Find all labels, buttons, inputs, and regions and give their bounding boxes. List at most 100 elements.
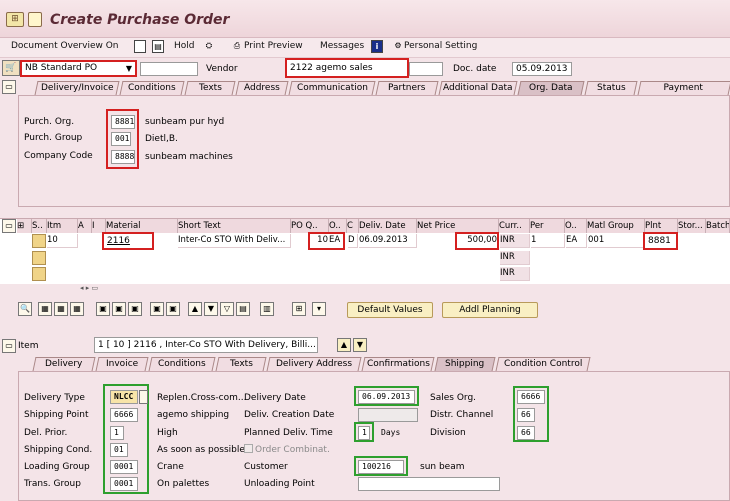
grid-header-a[interactable]: A: [78, 219, 92, 233]
new-document-icon[interactable]: [134, 40, 146, 53]
tab-item-invoice[interactable]: Invoice: [95, 357, 149, 371]
row1-deliv-date[interactable]: 06.09.2013: [359, 234, 417, 248]
tab-item-delivery[interactable]: Delivery: [32, 357, 96, 371]
paste-icon[interactable]: ▣: [166, 302, 180, 316]
hold-button[interactable]: Hold: [174, 41, 195, 51]
tab-status[interactable]: Status: [584, 81, 638, 95]
order-combination-checkbox[interactable]: [244, 444, 253, 453]
tab-conditions[interactable]: Conditions: [119, 81, 185, 95]
loading-group-field[interactable]: 0001: [110, 460, 138, 474]
messages-button[interactable]: Messages: [320, 41, 364, 51]
doc-date-field[interactable]: 05.09.2013: [512, 62, 572, 76]
grid-header-status[interactable]: S..: [32, 219, 47, 233]
grid-header-order-unit[interactable]: O..: [565, 219, 587, 233]
info-icon[interactable]: i: [371, 40, 383, 53]
division-field[interactable]: 66: [517, 426, 535, 440]
lock-icon[interactable]: ▣: [112, 302, 126, 316]
delete-icon[interactable]: ▣: [96, 302, 110, 316]
grid-header-material[interactable]: Material: [106, 219, 178, 233]
grid-header-currency[interactable]: Curr..: [499, 219, 530, 233]
tab-payment-processing[interactable]: Payment Processing: [637, 81, 730, 105]
po-number-field[interactable]: [140, 62, 198, 76]
customize-icon[interactable]: [28, 12, 42, 27]
purch-org-field[interactable]: 8881: [111, 115, 135, 129]
tab-additional-data[interactable]: Additional Data: [438, 81, 518, 95]
tab-item-texts[interactable]: Texts: [215, 357, 267, 371]
tab-texts[interactable]: Texts: [184, 81, 236, 95]
default-values-button[interactable]: Default Values: [347, 302, 433, 318]
distr-channel-field[interactable]: 66: [517, 408, 535, 422]
grid-header-itm[interactable]: Itm: [47, 219, 78, 233]
delivery-type-field[interactable]: NLCC: [110, 390, 138, 404]
copy-icon[interactable]: ▣: [150, 302, 164, 316]
vendor-field[interactable]: 2122 agemo sales: [285, 58, 409, 78]
row1-material[interactable]: 2116: [102, 232, 154, 250]
grid-header-matl-group[interactable]: Matl Group: [587, 219, 645, 233]
tab-item-conditions[interactable]: Conditions: [148, 357, 216, 371]
sort-descending-icon[interactable]: ▼: [204, 302, 218, 316]
sales-org-field[interactable]: 6666: [517, 390, 545, 404]
next-item-icon[interactable]: ▼: [353, 338, 367, 352]
select-all-icon[interactable]: ▦: [38, 302, 52, 316]
row1-unit[interactable]: EA: [329, 234, 344, 248]
customer-field[interactable]: 100216: [358, 460, 404, 474]
planned-deliv-time-field[interactable]: 1: [358, 426, 370, 440]
row-selector[interactable]: [32, 234, 46, 248]
vendor-extra-field[interactable]: [409, 62, 443, 76]
row1-order-unit[interactable]: EA: [566, 234, 587, 248]
grid-header-config[interactable]: ⊞: [17, 219, 32, 233]
grid-header-deliv-date[interactable]: Deliv. Date: [359, 219, 417, 233]
shipping-point-field[interactable]: 6666: [110, 408, 138, 422]
document-overview-button[interactable]: Document Overview On: [11, 41, 119, 51]
grid-header-i[interactable]: I: [92, 219, 106, 233]
clipboard-icon[interactable]: ▥: [260, 302, 274, 316]
grid-header-batch[interactable]: Batch: [706, 219, 730, 233]
row1-plant[interactable]: 8881: [643, 232, 678, 250]
personal-setting-button[interactable]: Personal Setting: [404, 41, 477, 51]
tab-item-confirmations[interactable]: Confirmations: [361, 357, 435, 371]
layout-icon[interactable]: ▤: [236, 302, 250, 316]
sort-ascending-icon[interactable]: ▲: [188, 302, 202, 316]
grid-header-c[interactable]: C: [347, 219, 359, 233]
grid-header-storage[interactable]: Stor...: [678, 219, 706, 233]
tab-item-condition-control[interactable]: Condition Control: [495, 357, 591, 371]
collapse-header-icon[interactable]: ▭: [2, 80, 16, 94]
purch-group-field[interactable]: 001: [111, 132, 131, 146]
trans-group-field[interactable]: 0001: [110, 477, 138, 491]
check-icon[interactable]: ⛭: [203, 40, 215, 53]
delivery-date-field[interactable]: 06.09.2013: [358, 390, 415, 404]
tab-delivery-invoice[interactable]: Delivery/Invoice: [34, 81, 120, 95]
tab-address[interactable]: Address: [235, 81, 289, 95]
select-block-icon[interactable]: ▦: [70, 302, 84, 316]
details-icon[interactable]: 🔍: [18, 302, 32, 316]
row1-itm[interactable]: 10: [47, 234, 78, 248]
row1-matl-group[interactable]: 001: [588, 234, 645, 248]
shipping-cond-field[interactable]: 01: [110, 443, 128, 457]
tab-org-data[interactable]: Org. Data: [517, 81, 585, 95]
row-selector[interactable]: [32, 267, 46, 281]
menu-icon[interactable]: ⊞: [6, 12, 24, 27]
tab-item-shipping[interactable]: Shipping: [434, 357, 496, 371]
grid-collapse-icon[interactable]: ▭: [2, 219, 16, 233]
print-preview-button[interactable]: Print Preview: [244, 41, 303, 51]
open-document-icon[interactable]: ▤: [152, 40, 164, 53]
grid-menu-icon[interactable]: ▾: [312, 302, 326, 316]
row-selector[interactable]: [32, 251, 46, 265]
row1-short-text[interactable]: Inter-Co STO With Deliv...: [178, 234, 291, 248]
row1-item-category[interactable]: D: [348, 234, 358, 248]
row1-net-price[interactable]: 500,00: [457, 234, 497, 248]
addl-planning-button[interactable]: Addl Planning: [442, 302, 538, 318]
tab-partners[interactable]: Partners: [375, 81, 439, 95]
filter-icon[interactable]: ▽: [220, 302, 234, 316]
search-help-icon[interactable]: [139, 390, 148, 404]
unloading-point-field[interactable]: [358, 477, 500, 491]
company-code-field[interactable]: 8888: [111, 150, 135, 164]
tab-communication[interactable]: Communication: [288, 81, 376, 95]
item-collapse-icon[interactable]: ▭: [2, 339, 16, 353]
document-type-select[interactable]: NB Standard PO ▼: [20, 60, 137, 77]
grid-header-short-text[interactable]: Short Text: [178, 219, 291, 233]
unlock-icon[interactable]: ▣: [128, 302, 142, 316]
previous-item-icon[interactable]: ▲: [337, 338, 351, 352]
cart-icon[interactable]: 🛒: [2, 60, 20, 76]
deselect-all-icon[interactable]: ▦: [54, 302, 68, 316]
